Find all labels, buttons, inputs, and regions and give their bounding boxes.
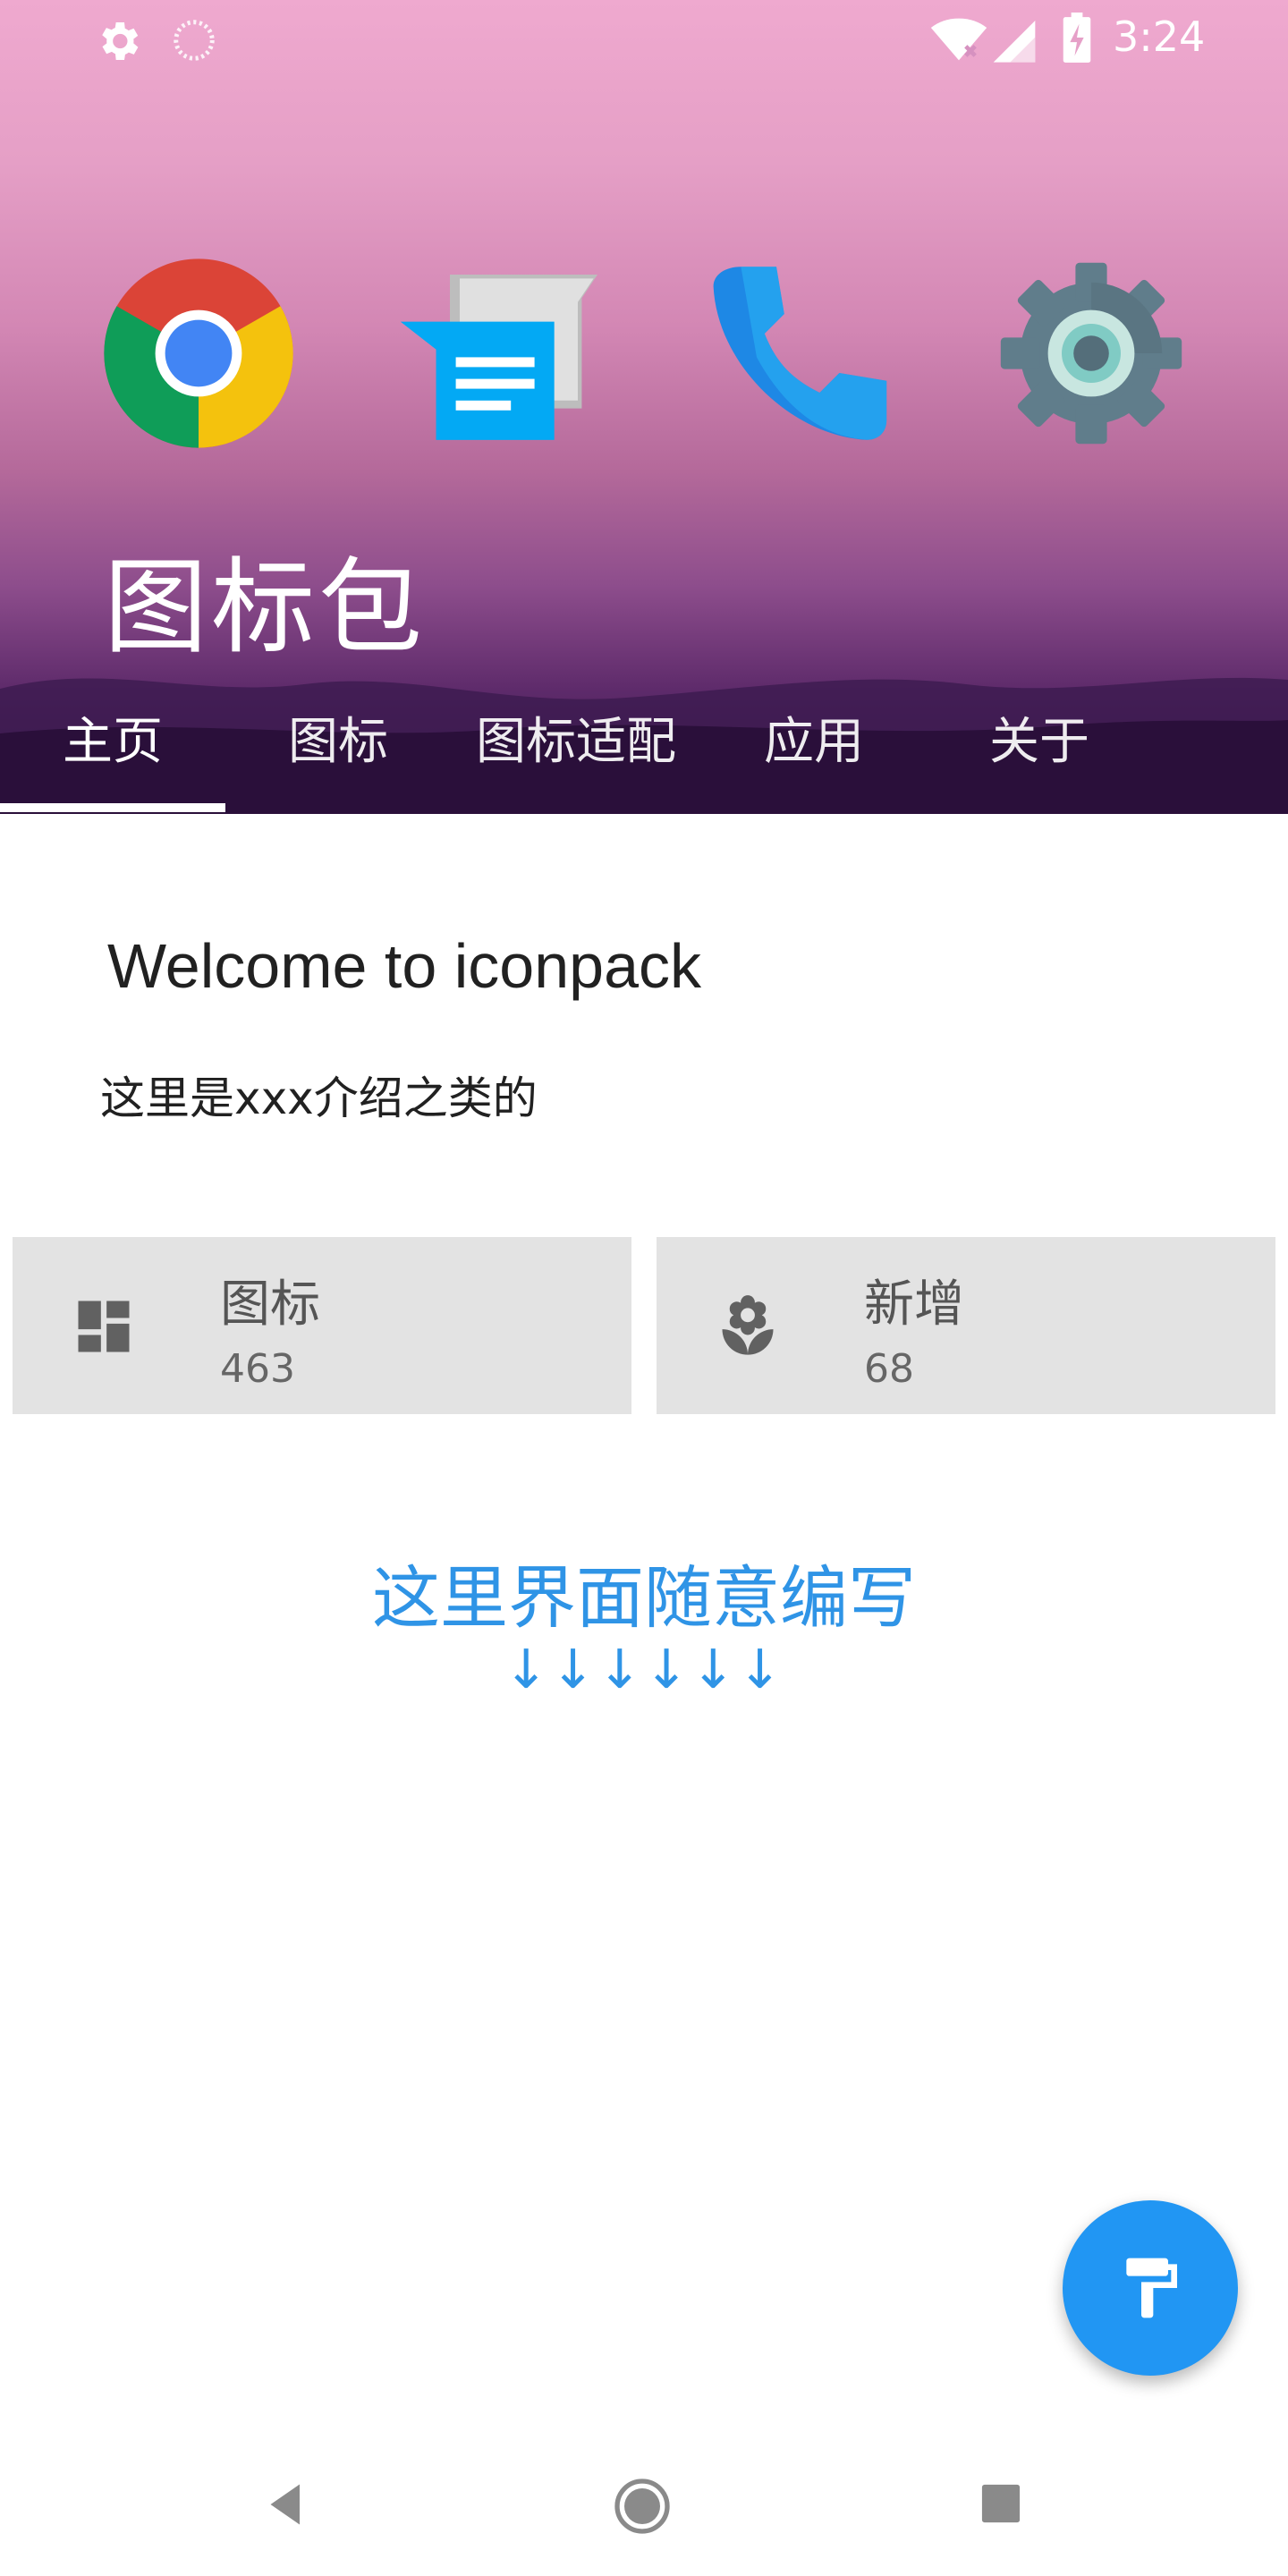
stat-label: 图标 [220,1275,320,1334]
back-icon[interactable] [259,2478,313,2531]
tab-indicator [0,803,225,812]
battery-charging-icon [1063,13,1091,63]
gear-icon [102,22,139,60]
flower-icon [722,1295,774,1355]
tab-about[interactable]: 关于 [927,707,1152,805]
dashboard-icon [78,1301,130,1352]
recents-icon[interactable] [980,2483,1021,2524]
status-bar: 3:24 [0,0,1288,80]
chrome-icon[interactable] [100,255,297,452]
phone-icon[interactable] [698,255,894,452]
tab-apps[interactable]: 应用 [701,707,927,805]
tab-icon-adapt[interactable]: 图标适配 [451,707,701,805]
stat-card-icons[interactable]: 图标 463 [13,1237,631,1414]
edit-hint-text: 这里界面随意编写 [372,1558,916,1638]
paint-roller-icon [1126,2258,1177,2318]
system-nav-bar [0,2433,1288,2576]
app-title: 图标包 [104,547,426,668]
header-banner: 3:24 图标包 主页 图标 图标适配 应用 关于 [0,0,1288,814]
wifi-icon [930,18,987,61]
spinner-icon [174,20,215,61]
tab-home[interactable]: 主页 [0,707,225,805]
settings-icon[interactable] [993,255,1190,452]
tab-bar: 主页 图标 图标适配 应用 关于 [0,707,1288,814]
signal-icon [993,21,1036,63]
stat-card-new[interactable]: 新增 68 [657,1237,1275,1414]
theme-fab-button[interactable] [1063,2200,1238,2376]
welcome-description: 这里是xxx介绍之类的 [100,1072,538,1124]
status-time: 3:24 [1113,13,1206,61]
down-arrows: ↓↓↓↓↓↓ [504,1639,784,1701]
home-icon[interactable] [614,2478,671,2535]
stat-value: 68 [864,1346,914,1392]
stat-label: 新增 [864,1275,964,1334]
messages-icon[interactable] [401,255,597,452]
stat-value: 463 [220,1346,295,1392]
tab-icons[interactable]: 图标 [225,707,451,805]
welcome-title: Welcome to iconpack [107,931,702,1001]
